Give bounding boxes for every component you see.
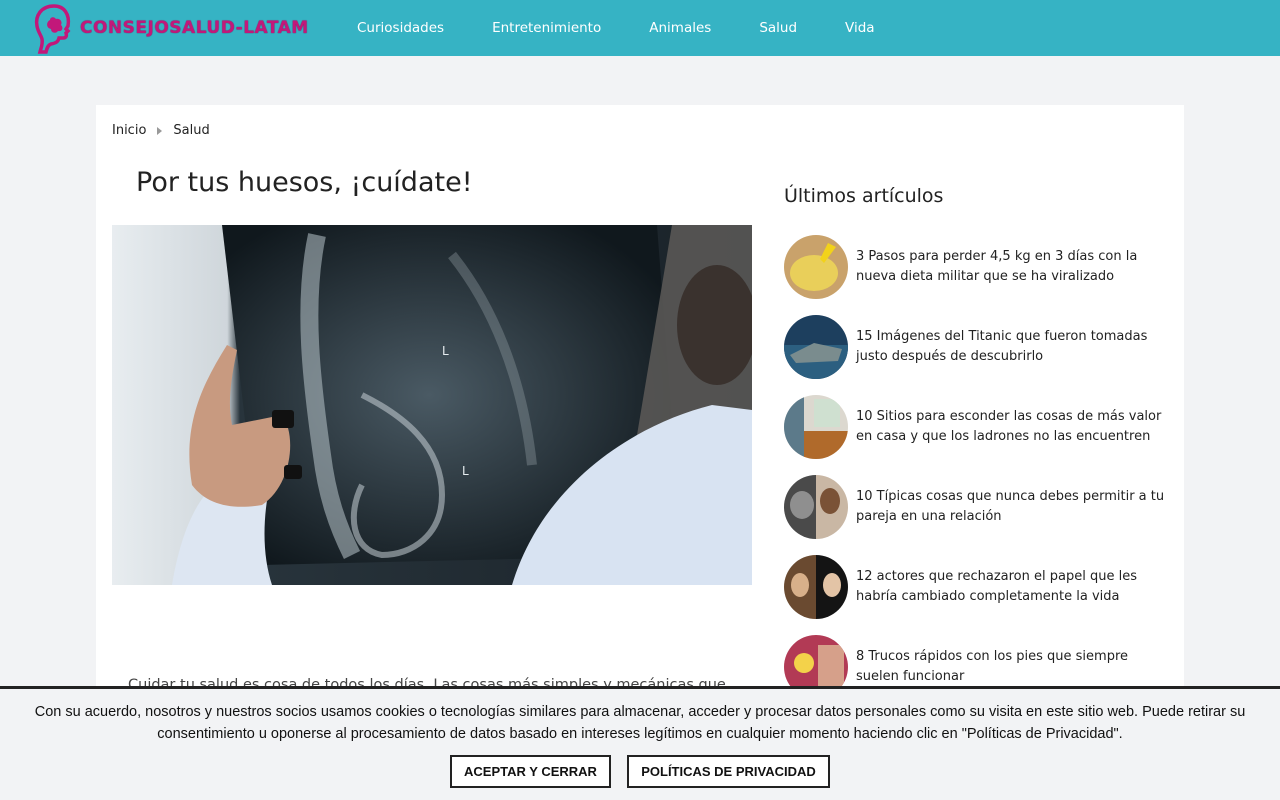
nav-item-curiosidades[interactable]: Curiosidades <box>333 20 468 36</box>
breadcrumb: Inicio Salud <box>112 123 210 138</box>
post-title[interactable]: 12 actores que rechazaron el papel que l… <box>856 567 1174 607</box>
post-thumbnail[interactable] <box>784 395 848 459</box>
post-title[interactable]: 10 Típicas cosas que nunca debes permiti… <box>856 487 1174 527</box>
svg-text:L: L <box>462 464 469 478</box>
logo-text: CONSEJOSALUD-LATAM <box>80 18 309 38</box>
nav-item-animales[interactable]: Animales <box>625 20 735 36</box>
post-title[interactable]: 15 Imágenes del Titanic que fueron tomad… <box>856 327 1174 367</box>
sidebar-title: Últimos artículos <box>784 185 944 207</box>
post-title[interactable]: 3 Pasos para perder 4,5 kg en 3 días con… <box>856 247 1174 287</box>
post-thumbnail[interactable] <box>784 315 848 379</box>
post-thumbnail[interactable] <box>784 235 848 299</box>
privacy-policy-button[interactable]: POLÍTICAS DE PRIVACIDAD <box>627 755 830 788</box>
article-hero-image: L L <box>112 225 752 585</box>
cookie-buttons: ACEPTAR Y CERRAR POLÍTICAS DE PRIVACIDAD <box>0 755 1280 788</box>
sidebar-post[interactable]: 3 Pasos para perder 4,5 kg en 3 días con… <box>784 227 1174 307</box>
breadcrumb-current-link[interactable]: Salud <box>173 123 209 138</box>
sidebar-post[interactable]: 15 Imágenes del Titanic que fueron tomad… <box>784 307 1174 387</box>
article-title: Por tus huesos, ¡cuídate! <box>136 167 473 198</box>
sidebar-post[interactable]: 10 Sitios para esconder las cosas de más… <box>784 387 1174 467</box>
breadcrumb-separator-icon <box>157 126 163 135</box>
post-thumbnail[interactable] <box>784 475 848 539</box>
sidebar-post[interactable]: 12 actores que rechazaron el papel que l… <box>784 547 1174 627</box>
accept-cookies-button[interactable]: ACEPTAR Y CERRAR <box>450 755 611 788</box>
site-logo[interactable]: CONSEJOSALUD-LATAM <box>32 2 309 54</box>
post-thumbnail[interactable] <box>784 555 848 619</box>
top-navigation-bar: CONSEJOSALUD-LATAM Curiosidades Entreten… <box>0 0 1280 56</box>
nav-item-vida[interactable]: Vida <box>821 20 899 36</box>
post-title[interactable]: 10 Sitios para esconder las cosas de más… <box>856 407 1174 447</box>
cookie-consent-banner: Con su acuerdo, nosotros y nuestros soci… <box>0 686 1280 800</box>
logo-head-icon <box>34 4 71 54</box>
post-title[interactable]: 8 Trucos rápidos con los pies que siempr… <box>856 647 1174 687</box>
breadcrumb-home-link[interactable]: Inicio <box>112 123 146 138</box>
sidebar-post[interactable]: 10 Típicas cosas que nunca debes permiti… <box>784 467 1174 547</box>
nav-item-salud[interactable]: Salud <box>735 20 821 36</box>
cookie-consent-text: Con su acuerdo, nosotros y nuestros soci… <box>34 704 1246 742</box>
latest-articles-sidebar: Últimos artículos 3 Pasos para perder 4,… <box>784 185 1174 707</box>
svg-text:L: L <box>442 344 449 358</box>
nav-item-entretenimiento[interactable]: Entretenimiento <box>468 20 625 36</box>
main-nav: Curiosidades Entretenimiento Animales Sa… <box>333 0 899 56</box>
